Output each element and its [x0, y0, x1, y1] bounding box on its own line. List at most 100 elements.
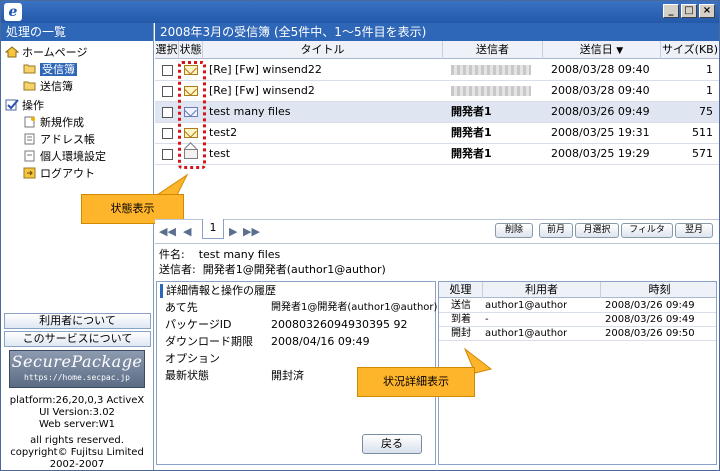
- ie-logo-icon: e: [4, 3, 22, 21]
- message-date: 2008/03/25 19:29: [551, 147, 650, 160]
- nav-item-inbox[interactable]: 受信簿: [23, 62, 77, 78]
- hist-col-user[interactable]: 利用者: [483, 282, 601, 298]
- message-row[interactable]: [Re] [Fw] winsend22 2008/03/28 09:40 1: [155, 60, 719, 81]
- hist-col-time[interactable]: 時刻: [601, 282, 716, 298]
- next-month-button[interactable]: 翌月: [675, 223, 713, 238]
- message-title[interactable]: test many files: [209, 102, 291, 122]
- sender-line: 送信者: 開発者1@開発者(author1@author): [159, 263, 386, 276]
- message-row-selected[interactable]: test many files 開発者1 2008/03/26 09:49 75: [155, 102, 719, 123]
- message-title[interactable]: [Re] [Fw] winsend22: [209, 60, 322, 80]
- nav-item-logout[interactable]: ログアウト: [23, 166, 95, 182]
- maximize-button[interactable]: □: [681, 4, 697, 18]
- nav-item-new[interactable]: 新規作成: [23, 115, 84, 131]
- page-number-tab[interactable]: 1: [202, 219, 224, 239]
- close-button[interactable]: ×: [699, 4, 715, 18]
- rights-text: all rights reserved.: [30, 435, 124, 446]
- info-row-package-id: パッケージID 20080326094930395 92: [165, 318, 408, 331]
- message-title[interactable]: test: [209, 144, 230, 164]
- select-checkbox[interactable]: [162, 149, 173, 160]
- select-checkbox[interactable]: [162, 65, 173, 76]
- prev-page-icon[interactable]: ◀: [183, 225, 191, 238]
- web-server: Web server:W1: [38, 419, 116, 430]
- subject-line: 件名: test many files: [159, 248, 281, 261]
- about-user-button[interactable]: 利用者について: [4, 313, 151, 329]
- redacted-sender: [451, 86, 531, 96]
- sidebar: 処理の一覧 ホームページ 受信簿 送信簿 操作 新規作成 アドレス帳 個人環境設…: [1, 23, 154, 470]
- col-size[interactable]: サイズ(KB): [661, 41, 719, 59]
- sort-desc-icon: ▼: [616, 46, 624, 56]
- about-service-button[interactable]: このサービスについて: [4, 331, 151, 347]
- message-size: 75: [699, 105, 713, 118]
- app-window: e _ □ × 処理の一覧 ホームページ 受信簿 送信簿 操作 新規作成 アドレ…: [0, 0, 720, 471]
- sender-value: 開発者1@開発者(author1@author): [202, 263, 386, 276]
- message-date: 2008/03/25 19:31: [551, 126, 650, 139]
- last-page-icon[interactable]: ▶▶: [243, 225, 260, 238]
- month-select-button[interactable]: 月選択: [575, 223, 619, 238]
- subject-value: test many files: [198, 248, 281, 261]
- sidebar-title: 処理の一覧: [1, 23, 153, 41]
- message-row[interactable]: test 開発者1 2008/03/25 19:29 571: [155, 144, 719, 165]
- col-sender[interactable]: 送信者: [443, 41, 543, 59]
- first-page-icon[interactable]: ◀◀: [159, 225, 176, 238]
- info-row-latest-status: 最新状態 開封済: [165, 369, 304, 382]
- message-title[interactable]: [Re] [Fw] winsend2: [209, 81, 315, 101]
- col-status[interactable]: 状態: [179, 41, 203, 59]
- filter-button[interactable]: フィルタ: [621, 223, 673, 238]
- nav-item-outbox[interactable]: 送信簿: [23, 79, 73, 95]
- detail-callout: 状況詳細表示: [357, 367, 475, 397]
- message-size: 571: [692, 147, 713, 160]
- nav-item-address-book[interactable]: アドレス帳: [23, 132, 95, 148]
- ui-version: UI Version:3.02: [39, 407, 115, 418]
- minimize-button[interactable]: _: [663, 4, 679, 18]
- copyright-text: copyright© Fujitsu Limited: [10, 447, 144, 458]
- message-date: 2008/03/26 09:49: [551, 105, 650, 118]
- next-page-icon[interactable]: ▶: [229, 225, 237, 238]
- select-checkbox[interactable]: [162, 86, 173, 97]
- title-bar: e _ □ ×: [1, 1, 719, 23]
- message-sender: 開発者1: [451, 126, 492, 139]
- main-title: 2008年3月の受信簿 (全5件中、1〜5件目を表示): [155, 23, 719, 41]
- message-size: 1: [706, 84, 713, 97]
- message-size: 1: [706, 63, 713, 76]
- message-row[interactable]: test2 開発者1 2008/03/25 19:31 511: [155, 123, 719, 144]
- secure-package-logo: SecurePackage https://home.secpac.jp: [9, 350, 145, 388]
- col-sent-date[interactable]: 送信日 ▼: [543, 41, 661, 59]
- status-highlight-box: [178, 61, 206, 169]
- message-detail-header: 件名: test many files 送信者: 開発者1@開発者(author…: [155, 243, 719, 279]
- home-icon: [4, 46, 20, 58]
- new-document-icon: [23, 116, 37, 128]
- copyright-years: 2002-2007: [49, 459, 105, 470]
- message-date: 2008/03/28 09:40: [551, 63, 650, 76]
- history-row: 到着 - 2008/03/26 09:49: [439, 313, 716, 327]
- message-sender: [451, 60, 531, 80]
- prev-month-button[interactable]: 前月: [539, 223, 573, 238]
- platform-version: platform:26,20,0,3 ActiveX: [9, 395, 145, 406]
- pager-bar: ◀◀ ◀ 1 ▶ ▶▶ 削除 前月 月選択 フィルタ 翌月: [155, 219, 719, 241]
- check-icon: [5, 99, 19, 111]
- back-button[interactable]: 戻る: [362, 434, 422, 454]
- logout-icon: [23, 167, 37, 179]
- nav-item-home[interactable]: ホームページ: [4, 45, 87, 61]
- info-pane-title: 詳細情報と操作の履歴: [160, 284, 276, 298]
- nav-item-settings[interactable]: 個人環境設定: [23, 149, 106, 165]
- folder-icon: [23, 80, 37, 92]
- history-row: 送信 author1@author 2008/03/26 09:49: [439, 299, 716, 313]
- open-folder-icon: [23, 63, 37, 75]
- select-checkbox[interactable]: [162, 107, 173, 118]
- delete-button[interactable]: 削除: [495, 223, 533, 238]
- settings-document-icon: [23, 150, 37, 162]
- message-sender: [451, 81, 531, 101]
- message-row[interactable]: [Re] [Fw] winsend2 2008/03/28 09:40 1: [155, 81, 719, 102]
- address-book-icon: [23, 133, 37, 145]
- message-date: 2008/03/28 09:40: [551, 84, 650, 97]
- select-checkbox[interactable]: [162, 128, 173, 139]
- message-title[interactable]: test2: [209, 123, 237, 143]
- info-row-options: オプション: [165, 352, 220, 365]
- info-row-recipient: あて先 開発者1@開発者(author1@author): [165, 301, 438, 314]
- hist-col-action[interactable]: 処理: [439, 282, 483, 298]
- col-title[interactable]: タイトル: [203, 41, 443, 59]
- col-select[interactable]: 選択: [155, 41, 179, 59]
- list-header: 選択 状態 タイトル 送信者 送信日 ▼ サイズ(KB): [155, 41, 719, 59]
- history-header: 処理 利用者 時刻: [439, 282, 716, 298]
- nav-item-operations[interactable]: 操作: [5, 98, 44, 114]
